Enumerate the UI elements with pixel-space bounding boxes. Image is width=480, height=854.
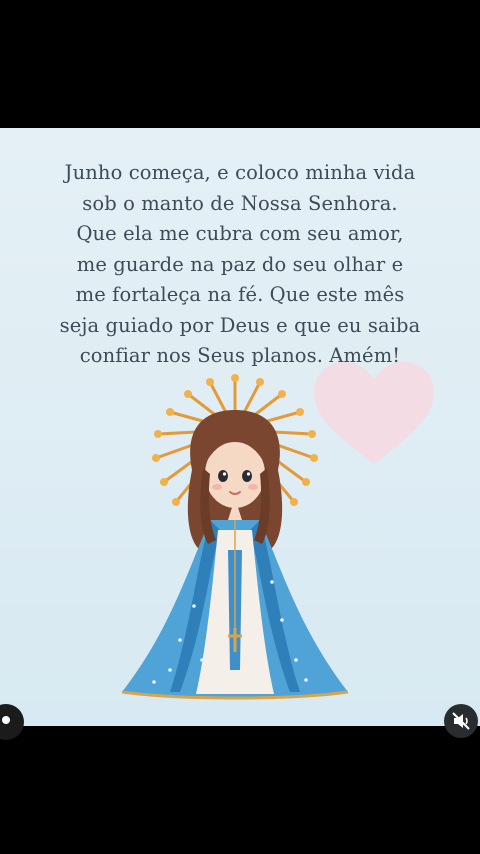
- prayer-line: Que ela me cubra com seu amor,: [76, 222, 404, 245]
- top-letterbox: [0, 0, 480, 128]
- post-image: Junho começa, e coloco minha vida sob o …: [0, 128, 480, 726]
- prayer-text: Junho começa, e coloco minha vida sob o …: [14, 158, 466, 372]
- bottom-letterbox: [0, 726, 480, 854]
- virgin-mary-illustration: [121, 374, 349, 700]
- prayer-line: Junho começa, e coloco minha vida: [64, 161, 416, 184]
- profile-dot-icon: [2, 716, 10, 724]
- mute-button[interactable]: [444, 704, 478, 738]
- speaker-muted-icon: [452, 712, 470, 730]
- prayer-line: me fortaleça na fé. Que este mês: [75, 283, 405, 306]
- prayer-line: me guarde na paz do seu olhar e: [76, 252, 404, 276]
- prayer-line: seja guiado por Deus e que eu saiba: [59, 313, 421, 337]
- prayer-line: sob o manto de Nossa Senhora.: [82, 191, 398, 215]
